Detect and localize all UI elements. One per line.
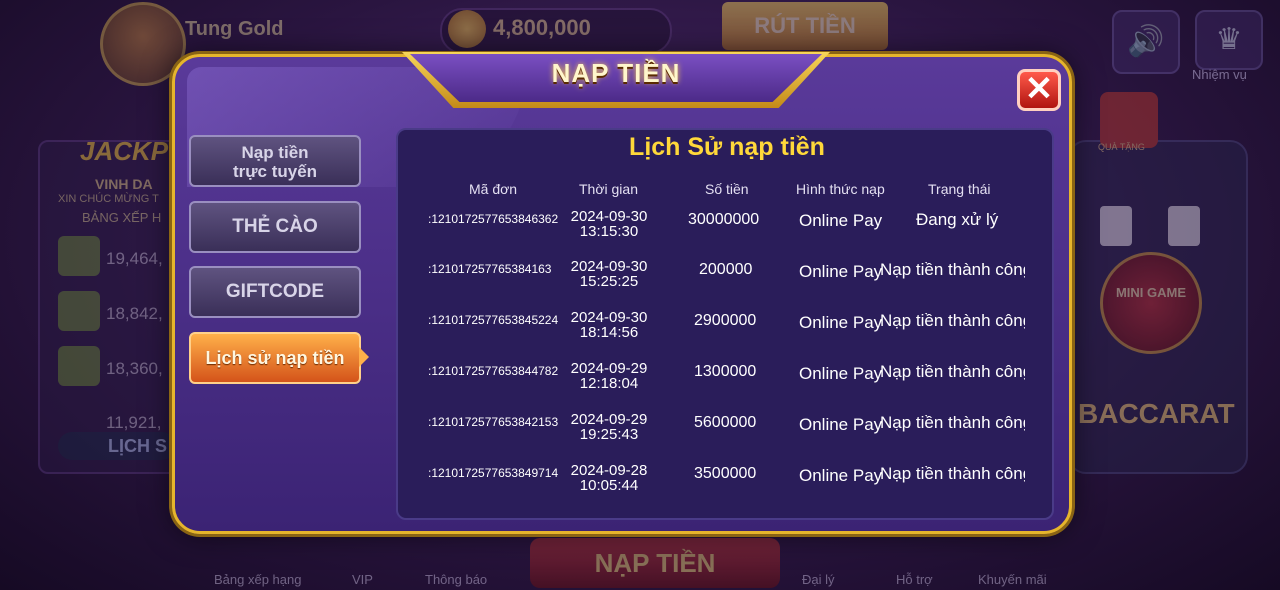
jackpot-leaderboard: BẢNG XẾP H	[82, 210, 162, 225]
card-icon	[1168, 206, 1200, 246]
game-thumb-icon	[58, 236, 100, 276]
order-amount: 3500000	[694, 465, 757, 482]
sound-icon[interactable]: 🔊	[1112, 10, 1180, 74]
nav-vip[interactable]: VIP	[352, 572, 373, 587]
nav-leaderboard[interactable]: Bảng xếp hạng	[214, 572, 301, 587]
menu-giftcode-button[interactable]: GIFTCODE	[189, 266, 361, 318]
mission-icon[interactable]: ♛	[1195, 10, 1263, 70]
username: Tung Gold	[185, 18, 284, 40]
column-header-status: Trạng thái	[928, 181, 991, 197]
game-thumb-icon	[58, 346, 100, 386]
order-amount: 5600000	[694, 414, 757, 431]
order-clock: 12:18:04	[579, 375, 639, 392]
order-code: :121017257765384163	[428, 262, 552, 276]
order-date: 2024-09-30	[570, 309, 648, 326]
jackpot-title: JACKP	[80, 136, 169, 166]
active-pointer-icon	[359, 347, 369, 367]
withdraw-button[interactable]: RÚT TIỀN	[722, 2, 888, 50]
order-time: 2024-09-28 10:05:44	[569, 463, 649, 493]
order-code: :1210172577653846362	[428, 212, 559, 226]
order-clock: 13:15:30	[579, 223, 639, 240]
jackpot-congrats: XIN CHÚC MỪNG T	[58, 193, 159, 205]
order-code: :1210172577653842153	[428, 415, 559, 429]
gift-icon[interactable]	[1100, 92, 1158, 148]
order-amount: 200000	[699, 261, 753, 278]
mini-game-button[interactable]: MINI GAME	[1100, 252, 1202, 354]
order-method: Online Pay	[799, 262, 883, 281]
jackpot-subtitle: VINH DA	[95, 176, 153, 192]
order-status: Đang xử lý	[916, 210, 999, 229]
order-code: :1210172577653849714	[428, 466, 559, 480]
baccarat-label: BACCARAT	[1078, 398, 1235, 429]
menu-online-label-line1: Nạp tiền	[241, 143, 309, 162]
order-time: 2024-09-29 19:25:43	[569, 412, 649, 442]
menu-card-button[interactable]: THẺ CÀO	[189, 201, 361, 253]
coin-icon	[448, 10, 486, 48]
order-time: 2024-09-29 12:18:04	[569, 361, 649, 391]
order-time: 2024-09-30 15:25:25	[569, 259, 649, 289]
order-date: 2024-09-28	[570, 462, 648, 479]
order-code: :1210172577653845224	[428, 313, 559, 327]
jackpot-value: 18,842,	[106, 304, 163, 323]
nav-notifications[interactable]: Thông báo	[425, 572, 487, 587]
order-method: Online Pay	[799, 313, 883, 332]
order-date: 2024-09-29	[570, 360, 648, 377]
order-clock: 19:25:43	[579, 426, 639, 443]
modal-title: NẠP TIỀN	[551, 58, 681, 88]
order-amount: 1300000	[694, 363, 757, 380]
order-method: Online Pay	[799, 466, 883, 485]
order-status: Nạp tiền thành công	[880, 311, 1025, 330]
order-clock: 15:25:25	[579, 273, 639, 290]
nav-support[interactable]: Hỗ trợ	[896, 572, 933, 587]
card-icon	[1100, 206, 1132, 246]
column-header-code: Mã đơn	[469, 181, 518, 197]
order-time: 2024-09-30 18:14:56	[569, 310, 649, 340]
menu-online-deposit-button[interactable]: Nạp tiền trực tuyến	[189, 135, 361, 187]
order-status: Nạp tiền thành công	[880, 362, 1025, 381]
jackpot-value: 18,360,	[106, 359, 163, 378]
order-time: 2024-09-30 13:15:30	[569, 209, 649, 239]
column-header-method: Hình thức nạp	[796, 181, 885, 197]
order-method: Online Pay	[799, 415, 883, 434]
order-clock: 10:05:44	[579, 477, 639, 494]
order-clock: 18:14:56	[579, 324, 639, 341]
column-header-amount: Số tiền	[705, 181, 749, 197]
order-amount: 2900000	[694, 312, 757, 329]
order-date: 2024-09-29	[570, 411, 648, 428]
order-method: Online Pay	[799, 211, 883, 230]
history-title: Lịch Sử nạp tiền	[629, 133, 825, 161]
order-code: :1210172577653844782	[428, 364, 559, 378]
order-method: Online Pay	[799, 364, 883, 383]
nav-agent[interactable]: Đại lý	[802, 572, 835, 587]
mini-game-label: MINI GAME	[1115, 285, 1187, 300]
column-header-time: Thời gian	[579, 181, 638, 197]
nav-promotions[interactable]: Khuyến mãi	[978, 572, 1047, 587]
jackpot-value: 11,921,	[106, 413, 162, 432]
order-amount: 30000000	[688, 211, 760, 228]
close-button[interactable]: ✕	[1017, 69, 1061, 111]
order-status: Nạp tiền thành công	[880, 413, 1025, 432]
menu-online-label-line2: trực tuyến	[232, 162, 318, 181]
order-date: 2024-09-30	[570, 208, 648, 225]
mission-label: Nhiệm vụ	[1192, 67, 1247, 82]
order-date: 2024-09-30	[570, 258, 648, 275]
game-thumb-icon	[58, 291, 100, 331]
close-icon: ✕	[1024, 70, 1054, 108]
order-status: Nạp tiền thành công	[880, 260, 1025, 279]
gift-label: QUÀ TẶNG	[1098, 142, 1145, 152]
order-status: Nạp tiền thành công	[880, 464, 1025, 483]
jackpot-value: 19,464,	[106, 249, 163, 268]
balance-value: 4,800,000	[493, 15, 591, 40]
bottom-deposit-button[interactable]: NẠP TIỀN	[530, 538, 780, 588]
jackpot-history-button[interactable]: LỊCH S	[58, 432, 176, 460]
menu-history-button[interactable]: Lịch sử nạp tiền	[189, 332, 361, 384]
